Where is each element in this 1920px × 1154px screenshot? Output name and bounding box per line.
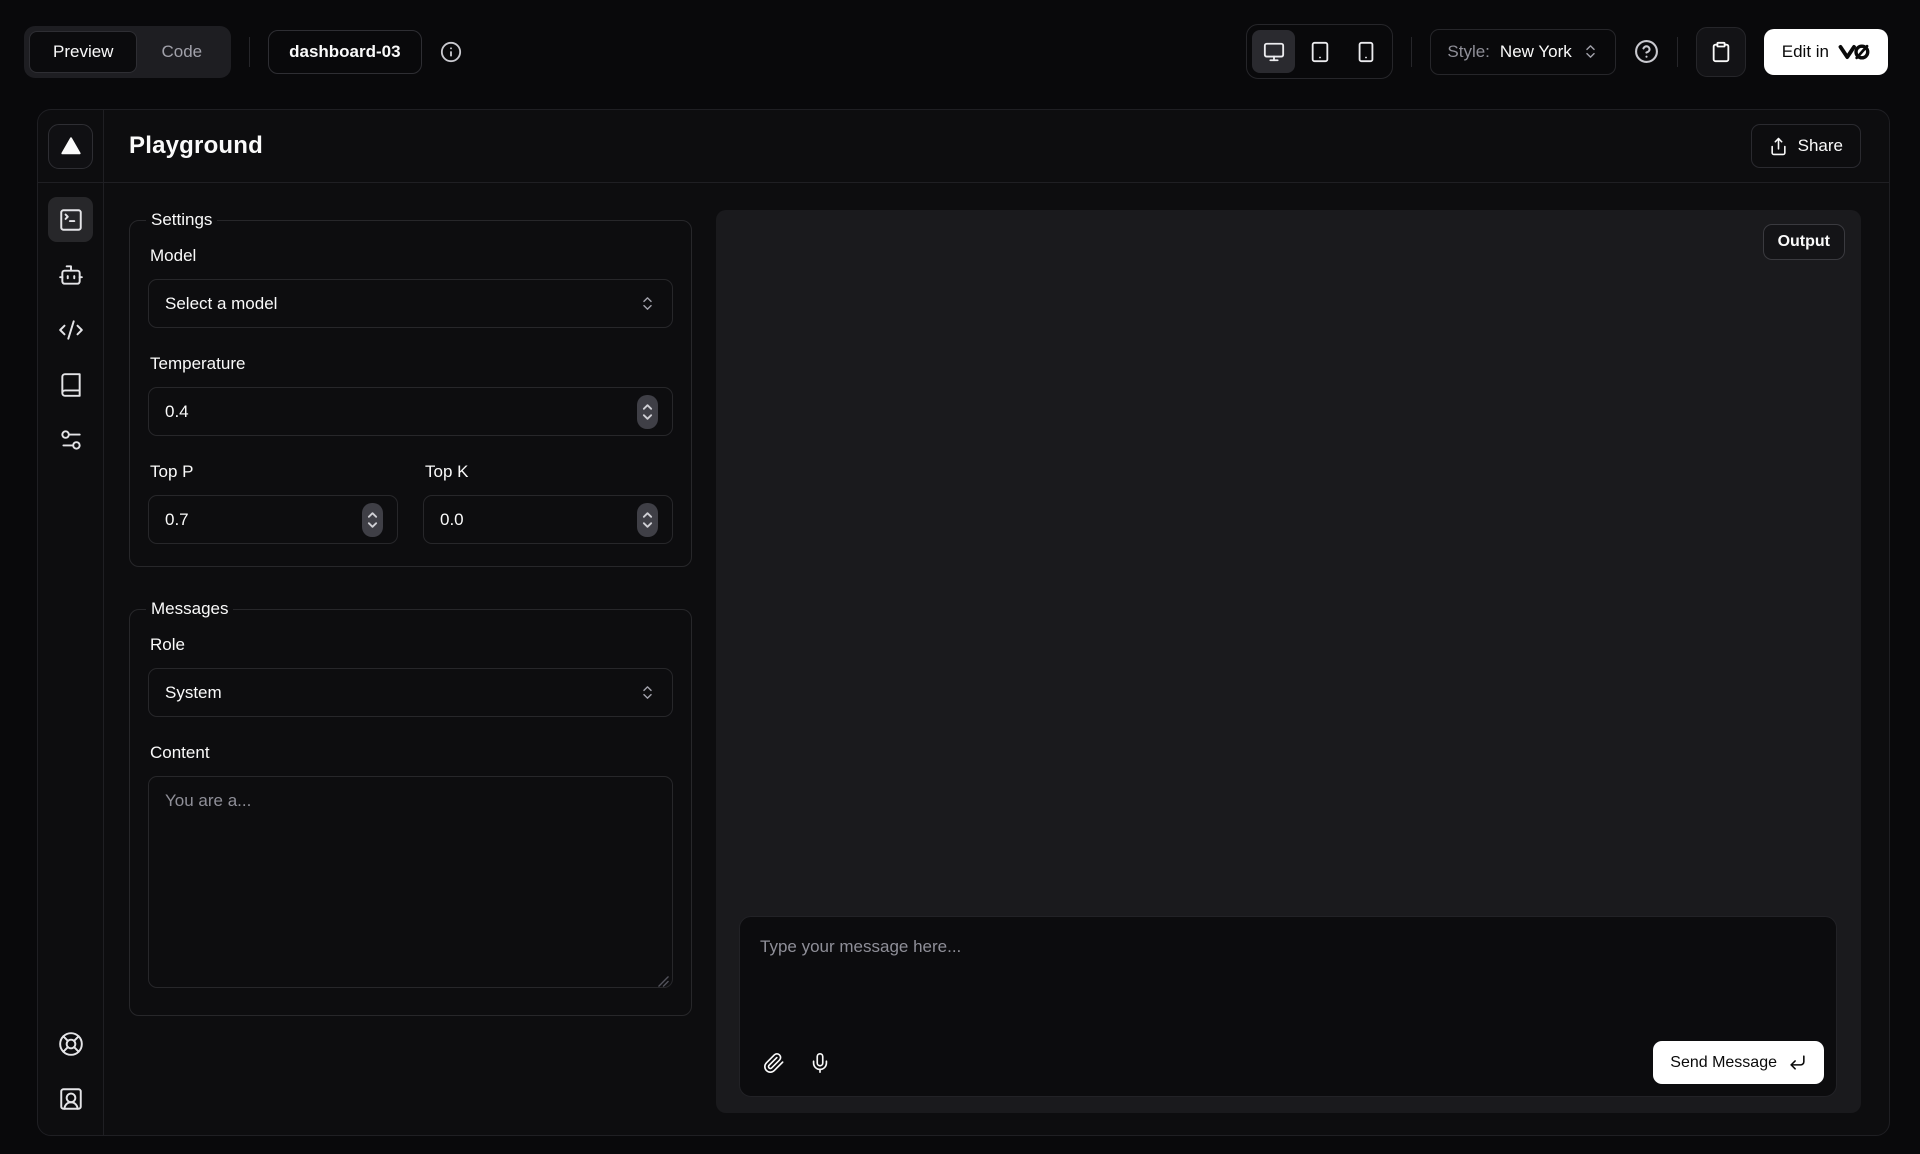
- preview-code-toggle: Preview Code: [24, 26, 231, 78]
- v0-logo-icon: [1838, 43, 1870, 61]
- life-buoy-icon[interactable]: [48, 1021, 93, 1066]
- page-title: Playground: [129, 132, 263, 160]
- message-input[interactable]: [748, 925, 1824, 1041]
- monitor-icon[interactable]: [1252, 30, 1295, 73]
- edit-in-v0-button[interactable]: Edit in: [1764, 29, 1888, 75]
- temperature-input-field[interactable]: [165, 402, 637, 422]
- messages-fieldset: Messages Role System Content: [129, 599, 692, 1016]
- model-select-value: Select a model: [165, 294, 277, 314]
- output-badge: Output: [1763, 224, 1845, 260]
- role-select[interactable]: System: [148, 668, 673, 717]
- block-name-badge[interactable]: dashboard-03: [268, 30, 421, 74]
- tablet-icon[interactable]: [1298, 30, 1341, 73]
- square-user-icon[interactable]: [48, 1076, 93, 1121]
- tab-code[interactable]: Code: [137, 31, 226, 73]
- configuration-column: Settings Model Select a model Temperatur…: [129, 210, 692, 1113]
- sidebar-header: [38, 110, 103, 183]
- edit-in-v0-label: Edit in: [1782, 42, 1829, 62]
- share-button[interactable]: Share: [1751, 124, 1861, 168]
- settings-sliders-icon[interactable]: [48, 417, 93, 462]
- share-icon: [1769, 137, 1788, 156]
- code-icon[interactable]: [48, 307, 93, 352]
- settings-fieldset: Settings Model Select a model Temperatur…: [129, 210, 692, 567]
- message-composer: Send Message: [739, 916, 1837, 1097]
- sidebar-nav: [48, 183, 93, 462]
- chevrons-up-down-icon: [1582, 43, 1599, 60]
- top-k-input[interactable]: [423, 495, 673, 544]
- settings-legend: Settings: [146, 210, 217, 230]
- toolbar-divider: [1411, 37, 1412, 67]
- vercel-triangle-icon[interactable]: [48, 124, 93, 169]
- microphone-icon[interactable]: [800, 1043, 840, 1083]
- smartphone-icon[interactable]: [1344, 30, 1387, 73]
- temperature-input[interactable]: [148, 387, 673, 436]
- style-select[interactable]: Style: New York: [1430, 29, 1615, 75]
- corner-down-left-icon: [1788, 1053, 1807, 1072]
- style-select-value: New York: [1500, 42, 1572, 62]
- messages-legend: Messages: [146, 599, 233, 619]
- content-label: Content: [150, 743, 673, 763]
- output-panel: Output Send Message: [716, 210, 1861, 1113]
- role-label: Role: [150, 635, 673, 655]
- composer-toolbar: Send Message: [748, 1041, 1824, 1084]
- toolbar-divider: [249, 37, 250, 67]
- square-terminal-icon[interactable]: [48, 197, 93, 242]
- app-viewport: Preview Code dashboard-03: [0, 0, 1920, 1154]
- chevrons-up-down-icon: [639, 295, 656, 312]
- share-button-label: Share: [1798, 136, 1843, 156]
- top-p-input[interactable]: [148, 495, 398, 544]
- send-message-button[interactable]: Send Message: [1653, 1041, 1824, 1084]
- top-k-label: Top K: [425, 462, 673, 482]
- top-p-label: Top P: [150, 462, 398, 482]
- device-preview-toggle: [1246, 24, 1393, 79]
- send-message-label: Send Message: [1670, 1054, 1777, 1072]
- role-select-value: System: [165, 683, 222, 703]
- number-stepper-icon[interactable]: [637, 395, 658, 429]
- page-header: Playground Share: [104, 110, 1889, 183]
- main-area: Playground Share Settings Model Select a: [104, 110, 1889, 1135]
- style-select-label: Style:: [1447, 42, 1490, 62]
- number-stepper-icon[interactable]: [637, 503, 658, 537]
- sidebar-nav-bottom: [48, 1007, 93, 1135]
- top-p-input-field[interactable]: [165, 510, 362, 530]
- top-k-input-field[interactable]: [440, 510, 637, 530]
- help-icon[interactable]: [1634, 39, 1659, 64]
- temperature-label: Temperature: [150, 354, 673, 374]
- content-grid: Settings Model Select a model Temperatur…: [104, 183, 1889, 1135]
- toolbar-divider: [1677, 37, 1678, 67]
- number-stepper-icon[interactable]: [362, 503, 383, 537]
- paperclip-icon[interactable]: [754, 1043, 794, 1083]
- book-icon[interactable]: [48, 362, 93, 407]
- bot-icon[interactable]: [48, 252, 93, 297]
- clipboard-icon[interactable]: [1696, 27, 1746, 77]
- model-select[interactable]: Select a model: [148, 279, 673, 328]
- model-label: Model: [150, 246, 673, 266]
- tab-preview[interactable]: Preview: [29, 31, 137, 73]
- playground-window: Playground Share Settings Model Select a: [37, 109, 1890, 1136]
- info-icon[interactable]: [440, 41, 462, 63]
- chevrons-up-down-icon: [639, 684, 656, 701]
- top-toolbar: Preview Code dashboard-03: [0, 0, 1920, 79]
- content-textarea[interactable]: [148, 776, 673, 988]
- icon-sidebar: [38, 110, 104, 1135]
